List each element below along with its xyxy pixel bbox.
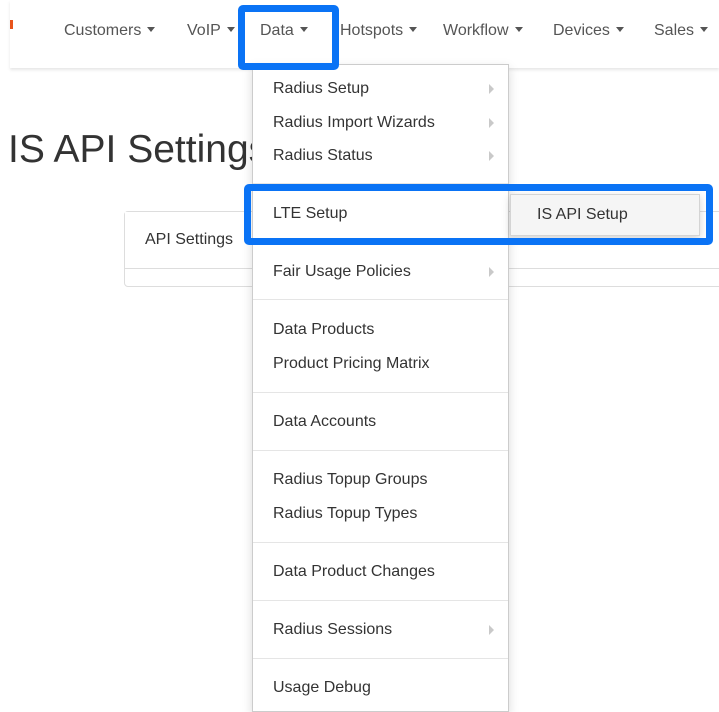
chevron-right-icon (489, 625, 494, 635)
nav-customers[interactable]: Customers (64, 22, 156, 42)
caret-down-icon (226, 27, 235, 32)
menu-item-label: Product Pricing Matrix (273, 355, 430, 372)
nav-devices[interactable]: Devices (553, 22, 624, 42)
nav-customers-label: Customers (64, 22, 142, 39)
caret-down-icon (147, 27, 156, 32)
page: Customers VoIP Data Hotspots Workflow De… (0, 0, 719, 712)
menu-item-radius-setup[interactable]: Radius Setup (253, 75, 508, 103)
nav-voip[interactable]: VoIP (187, 22, 235, 42)
menu-item-label: Radius Topup Types (273, 505, 418, 522)
menu-item-label: Radius Setup (273, 80, 370, 97)
menu-item-label: Data Products (273, 321, 375, 338)
menu-divider (253, 600, 508, 601)
menu-divider (253, 241, 508, 242)
lte-setup-submenu: IS API Setup (510, 194, 700, 236)
nav-devices-label: Devices (553, 22, 610, 39)
nav-data[interactable]: Data (260, 22, 308, 42)
menu-item-lte-setup[interactable]: LTE Setup (253, 200, 508, 228)
nav-workflow-label: Workflow (443, 22, 509, 39)
menu-item-product-pricing-matrix[interactable]: Product Pricing Matrix (253, 350, 508, 378)
nav-hotspots[interactable]: Hotspots (340, 22, 418, 42)
menu-item-data-accounts[interactable]: Data Accounts (253, 408, 508, 436)
menu-item-radius-topup-groups[interactable]: Radius Topup Groups (253, 466, 508, 494)
brand-logo-fragment[interactable] (10, 20, 13, 29)
menu-item-label: Usage Debug (273, 679, 371, 696)
page-title: IS API Settings (8, 128, 269, 171)
chevron-right-icon (489, 151, 494, 161)
caret-down-icon (514, 27, 523, 32)
chevron-right-icon (489, 118, 494, 128)
nav-voip-label: VoIP (187, 22, 221, 39)
caret-down-icon (700, 27, 709, 32)
nav-sales-label: Sales (654, 22, 695, 39)
top-navbar: Customers VoIP Data Hotspots Workflow De… (10, 0, 719, 68)
caret-down-icon (299, 27, 308, 32)
menu-item-label: Radius Topup Groups (273, 471, 428, 488)
chevron-right-icon (489, 84, 494, 94)
menu-item-label: Radius Import Wizards (273, 114, 435, 131)
menu-item-label: Radius Sessions (273, 621, 393, 638)
nav-workflow[interactable]: Workflow (443, 22, 523, 42)
menu-item-data-products[interactable]: Data Products (253, 316, 508, 344)
menu-divider (253, 542, 508, 543)
nav-sales[interactable]: Sales (654, 22, 709, 42)
menu-divider (253, 392, 508, 393)
menu-item-fair-usage-policies[interactable]: Fair Usage Policies (253, 258, 508, 286)
menu-item-usage-debug[interactable]: Usage Debug (253, 674, 508, 702)
menu-item-radius-topup-types[interactable]: Radius Topup Types (253, 500, 508, 528)
nav-data-label: Data (260, 22, 294, 39)
menu-divider (253, 183, 508, 184)
menu-divider (253, 299, 508, 300)
menu-item-radius-sessions[interactable]: Radius Sessions (253, 616, 508, 644)
chevron-right-icon (489, 267, 494, 277)
menu-item-radius-status[interactable]: Radius Status (253, 142, 508, 170)
data-dropdown-menu: Radius Setup Radius Import Wizards Radiu… (252, 64, 509, 712)
nav-hotspots-label: Hotspots (340, 22, 404, 39)
caret-down-icon (615, 27, 624, 32)
menu-item-radius-import-wizards[interactable]: Radius Import Wizards (253, 109, 508, 137)
menu-item-label: Fair Usage Policies (273, 263, 411, 280)
menu-item-label: Data Accounts (273, 413, 377, 430)
menu-divider (253, 450, 508, 451)
submenu-item-is-api-setup[interactable]: IS API Setup (511, 195, 699, 235)
menu-item-data-product-changes[interactable]: Data Product Changes (253, 558, 508, 586)
submenu-item-label: IS API Setup (537, 206, 628, 223)
menu-item-label: LTE Setup (273, 205, 348, 222)
menu-item-label: Data Product Changes (273, 563, 435, 580)
menu-divider (253, 658, 508, 659)
tab-api-settings[interactable]: API Settings (145, 231, 233, 249)
caret-down-icon (409, 27, 418, 32)
menu-item-label: Radius Status (273, 147, 373, 164)
